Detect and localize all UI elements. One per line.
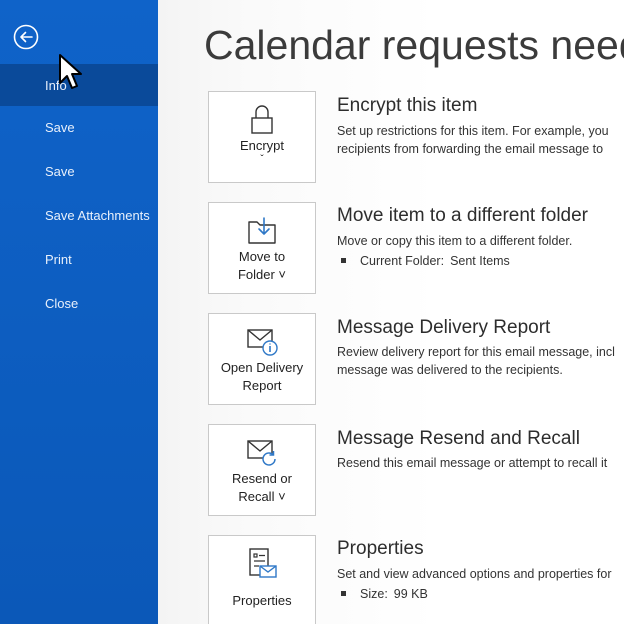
delivery-title: Message Delivery Report [337, 317, 551, 338]
resend-or-recall-button[interactable]: Resend or Recall ˅ [208, 424, 316, 516]
nav-save[interactable]: Save [0, 106, 158, 150]
chevron-down-icon: ˇ [260, 154, 264, 165]
properties-desc: Set and view advanced options and proper… [337, 567, 612, 581]
envelope-refresh-icon [247, 440, 276, 466]
encrypt-title: Encrypt this item [337, 95, 478, 116]
page-title: Calendar requests need [204, 22, 624, 68]
move-to-folder-button[interactable]: Move to Folder ˅ [208, 202, 316, 294]
delivery-label-2: Report [242, 378, 282, 393]
properties-label: Properties [232, 593, 292, 608]
resend-title: Message Resend and Recall [337, 428, 580, 449]
bullet-icon [341, 591, 346, 597]
nav-save-attachments[interactable]: Save Attachments [0, 194, 158, 238]
envelope-info-icon [247, 329, 278, 356]
properties-icon [249, 548, 277, 578]
resend-label-2: Recall ˅ [238, 489, 286, 504]
bullet-icon [341, 258, 346, 264]
mouse-cursor-icon [59, 54, 82, 89]
open-delivery-report-button[interactable]: Open Delivery Report [208, 313, 316, 405]
encrypt-desc-line1: Set up restrictions for this item. For e… [337, 124, 609, 138]
nav-close[interactable]: Close [0, 282, 158, 326]
encrypt-desc-line2: recipients from forwarding the email mes… [337, 142, 604, 156]
move-title: Move item to a different folder [337, 205, 588, 226]
current-folder-info: Current Folder: Sent Items [341, 254, 510, 268]
current-folder-key: Current Folder: [360, 254, 445, 268]
encrypt-label: Encrypt [239, 138, 285, 153]
lock-icon [251, 105, 273, 134]
folder-arrow-icon [248, 217, 276, 244]
back-arrow-icon[interactable] [13, 24, 39, 50]
size-value: 99 KB [393, 587, 428, 601]
move-desc: Move or copy this item to a different fo… [337, 234, 573, 248]
resend-label-1: Resend or [232, 471, 292, 486]
size-info: Size: 99 KB [341, 587, 428, 601]
properties-button[interactable]: Properties [208, 535, 316, 624]
delivery-label-1: Open Delivery [220, 360, 304, 375]
current-folder-value: Sent Items [450, 254, 510, 268]
delivery-desc-line2: message was delivered to the recipients. [337, 363, 563, 377]
nav-save-as[interactable]: Save [0, 150, 158, 194]
info-pane: Calendar requests need Encrypt ˇ Encrypt… [158, 0, 624, 624]
nav-print[interactable]: Print [0, 238, 158, 282]
resend-desc: Resend this email message or attempt to … [337, 456, 608, 470]
move-label-1: Move to [238, 249, 286, 264]
encrypt-button[interactable]: Encrypt ˇ [208, 91, 316, 183]
size-key: Size: [360, 587, 388, 601]
backstage-nav: Info Save Save Save Attachments Print Cl… [0, 64, 158, 326]
delivery-desc-line1: Review delivery report for this email me… [337, 345, 615, 359]
move-label-2: Folder ˅ [237, 267, 287, 282]
backstage-sidebar: Info Save Save Save Attachments Print Cl… [0, 0, 158, 624]
properties-title: Properties [337, 538, 424, 559]
